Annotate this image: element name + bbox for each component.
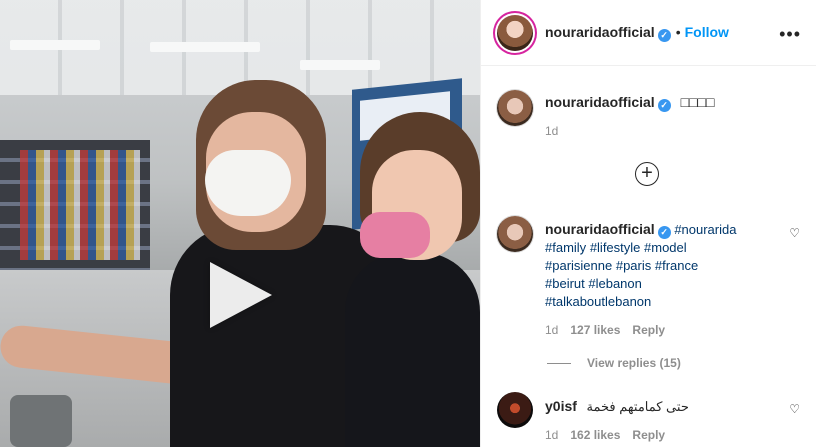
comment-username[interactable]: nouraridaofficial <box>545 221 655 237</box>
hashtag-link[interactable]: #lebanon <box>588 276 642 291</box>
hashtag-link[interactable]: #beirut <box>545 276 585 291</box>
comment-hashtags: nouraridaofficial ✓ #nourarida #family #l… <box>545 220 765 311</box>
video-scene-woman-mask <box>205 150 291 216</box>
hashtag-link[interactable]: #lifestyle <box>590 240 641 255</box>
header-username[interactable]: nouraridaofficial <box>545 24 655 40</box>
view-replies-button[interactable]: View replies (15) <box>547 356 681 370</box>
separator-dot: • <box>675 24 681 40</box>
post-video[interactable] <box>0 0 480 447</box>
view-replies-label: View replies (15) <box>587 356 681 370</box>
reply-button[interactable]: Reply <box>632 323 665 337</box>
like-comment-heart-icon[interactable]: ♡ <box>789 226 800 240</box>
comment-meta: 1d 162 likes Reply <box>545 428 677 442</box>
caption-time: 1d <box>545 124 559 138</box>
verified-icon: ✓ <box>657 226 671 239</box>
verified-icon: ✓ <box>657 29 671 42</box>
hashtag-link[interactable]: #parisienne <box>545 258 612 273</box>
comment-time: 1d <box>545 323 559 337</box>
comment-likes[interactable]: 127 likes <box>570 323 620 337</box>
video-scene-girl-body <box>345 252 480 447</box>
hashtag-link[interactable]: #france <box>655 258 698 273</box>
comment-username[interactable]: y0isf <box>545 398 577 414</box>
hashtag-link[interactable]: #talkaboutlebanon <box>545 294 651 309</box>
play-icon[interactable] <box>210 262 272 328</box>
more-options-icon[interactable]: ••• <box>779 24 801 45</box>
comment-avatar[interactable] <box>497 392 533 428</box>
hashtag-link[interactable]: #family <box>545 240 586 255</box>
header-user-line: nouraridaofficial ✓ • Follow <box>545 24 729 42</box>
comment-line: y0isf حتى كمامتهم فخمة <box>545 398 689 415</box>
reply-button[interactable]: Reply <box>632 428 665 442</box>
caption-text: □□□□ <box>680 94 715 110</box>
like-comment-heart-icon[interactable]: ♡ <box>789 402 800 416</box>
video-scene-girl-mask <box>360 212 430 258</box>
video-scene-light <box>10 40 100 50</box>
caption-username[interactable]: nouraridaofficial <box>545 94 655 110</box>
comment-avatar[interactable] <box>497 216 533 252</box>
caption-avatar[interactable] <box>497 90 533 126</box>
post-header: nouraridaofficial ✓ • Follow ••• <box>481 0 816 66</box>
load-more-comments-icon[interactable]: + <box>635 162 659 186</box>
hashtag-link[interactable]: #nourarida <box>674 222 736 237</box>
comment-text: حتى كمامتهم فخمة <box>586 399 689 414</box>
verified-icon: ✓ <box>657 99 671 112</box>
comment-meta: 1d 127 likes Reply <box>545 323 677 337</box>
follow-button[interactable]: Follow <box>685 24 729 40</box>
caption-line: nouraridaofficial ✓ □□□□ <box>545 94 714 112</box>
video-scene-light <box>150 42 260 52</box>
avatar[interactable] <box>497 15 533 51</box>
video-scene-books <box>20 150 140 260</box>
post-sidebar: nouraridaofficial ✓ • Follow ••• nouraridao… <box>480 0 816 447</box>
instagram-post: nouraridaofficial ✓ • Follow ••• nouraridao… <box>0 0 816 447</box>
replies-divider <box>547 363 571 365</box>
video-scene-suitcase <box>10 395 72 447</box>
hashtag-link[interactable]: #model <box>644 240 687 255</box>
video-scene-light <box>300 60 380 70</box>
comment-likes[interactable]: 162 likes <box>570 428 620 442</box>
hashtag-link[interactable]: #paris <box>616 258 651 273</box>
comment-time: 1d <box>545 428 559 442</box>
